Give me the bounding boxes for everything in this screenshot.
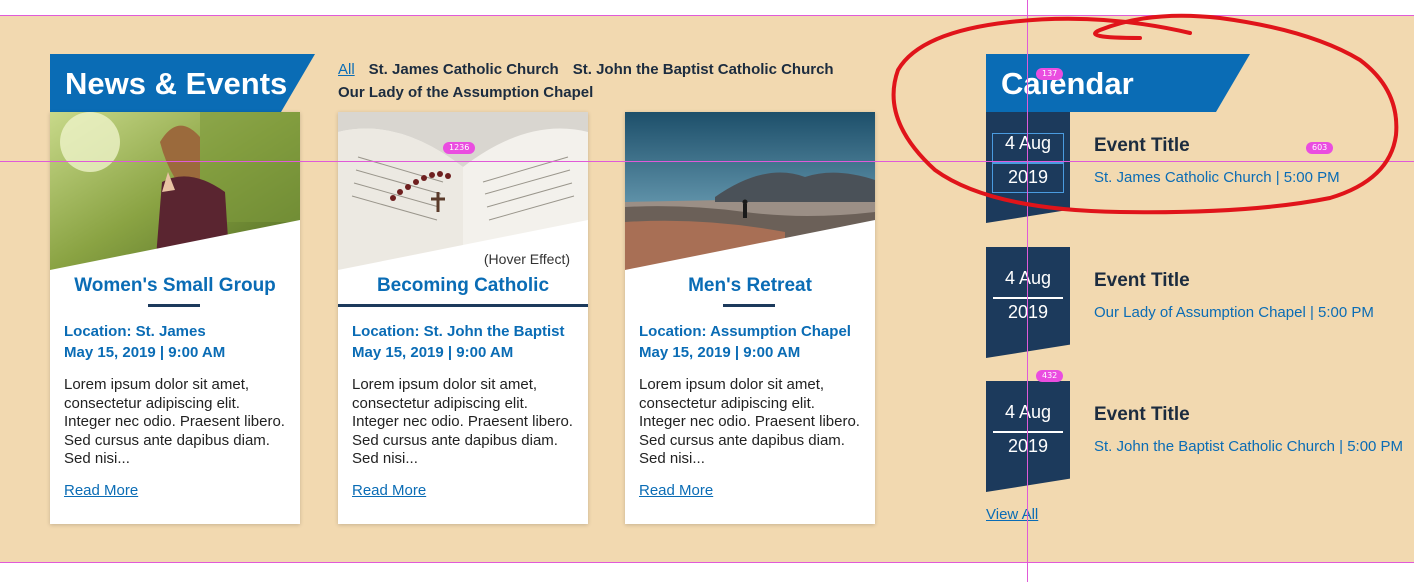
read-more-link[interactable]: Read More [352,482,426,499]
card-meta: Location: St. John the Baptist May 15, 2… [352,321,578,363]
card-location: Location: Assumption Chapel [639,323,851,340]
card-meta: Location: St. James May 15, 2019 | 9:00 … [64,321,290,363]
event-location-time: St. James Catholic Church | 5:00 PM [1094,169,1340,186]
card-excerpt: Lorem ipsum dolor sit amet, consectetur … [352,376,573,467]
event-location-time: Our Lady of Assumption Chapel | 5:00 PM [1094,304,1374,321]
card-location: Location: St. John the Baptist [352,323,565,340]
measurement-badge: 603 [1306,142,1334,154]
measurement-badge: 137 [1036,68,1064,80]
card-photo-wedge [50,220,300,270]
card-title[interactable]: Men's Retreat [625,275,875,297]
selection-box [992,163,1064,193]
read-more-link[interactable]: Read More [64,482,138,499]
date-divider [993,297,1063,299]
measurement-badge: 1236 [443,142,476,154]
card-title-underline [338,304,588,307]
calendar-heading: Calendar [986,54,1250,112]
selection-box [992,133,1064,163]
guide-line-vertical [1027,0,1028,582]
event-year: 2019 [986,436,1070,457]
event-day: 4 Aug [1004,268,1052,288]
card-photo-wedge [625,220,875,270]
event-title[interactable]: Event Title [1094,270,1190,292]
guide-line-horizontal [0,15,1414,16]
event-day: 4 Aug [1004,402,1052,422]
news-events-heading: News & Events [50,54,315,112]
news-filters: All St. James Catholic Church St. John the… [338,58,858,104]
card-title[interactable]: Becoming Catholic [338,275,588,297]
card-photo-wedge [338,220,588,270]
card-title-underline [148,304,200,307]
read-more-link[interactable]: Read More [639,482,713,499]
guide-line-horizontal [0,161,1414,162]
calendar-event[interactable]: 4 Aug 2019 Event Title Our Lady of Assum… [986,247,1406,358]
hover-effect-note: (Hover Effect) [483,251,570,267]
calendar-event[interactable]: 4 Aug 2019 Event Title St. John the Bapt… [986,381,1411,492]
filter-all-link[interactable]: All [338,61,355,78]
view-all-link[interactable]: View All [986,506,1038,523]
card-title[interactable]: Women's Small Group [50,275,300,297]
card-datetime: May 15, 2019 | 9:00 AM [352,344,514,361]
measurement-badge: 432 [1036,370,1064,382]
card-datetime: May 15, 2019 | 9:00 AM [639,344,801,361]
filter-st-john[interactable]: St. John the Baptist Catholic Church [573,61,834,78]
event-card[interactable]: Women's Small Group Location: St. James … [50,112,300,524]
date-flag: 4 Aug 2019 [986,247,1070,358]
date-flag: 4 Aug 2019 [986,381,1070,492]
card-datetime: May 15, 2019 | 9:00 AM [64,344,226,361]
filter-st-james[interactable]: St. James Catholic Church [369,61,559,78]
card-location: Location: St. James [64,323,206,340]
card-title-underline [723,304,775,307]
event-card[interactable]: (Hover Effect) Becoming Catholic Locatio… [338,112,588,524]
date-divider [993,431,1063,433]
card-excerpt: Lorem ipsum dolor sit amet, consectetur … [639,376,860,467]
card-excerpt: Lorem ipsum dolor sit amet, consectetur … [64,376,285,467]
event-title[interactable]: Event Title [1094,404,1190,426]
filter-our-lady[interactable]: Our Lady of the Assumption Chapel [338,84,593,101]
event-title[interactable]: Event Title [1094,135,1190,157]
event-card[interactable]: Men's Retreat Location: Assumption Chape… [625,112,875,524]
event-location-time: St. John the Baptist Catholic Church | 5… [1094,438,1404,455]
guide-line-horizontal [0,562,1414,563]
card-meta: Location: Assumption Chapel May 15, 2019… [639,321,865,363]
event-year: 2019 [986,302,1070,323]
